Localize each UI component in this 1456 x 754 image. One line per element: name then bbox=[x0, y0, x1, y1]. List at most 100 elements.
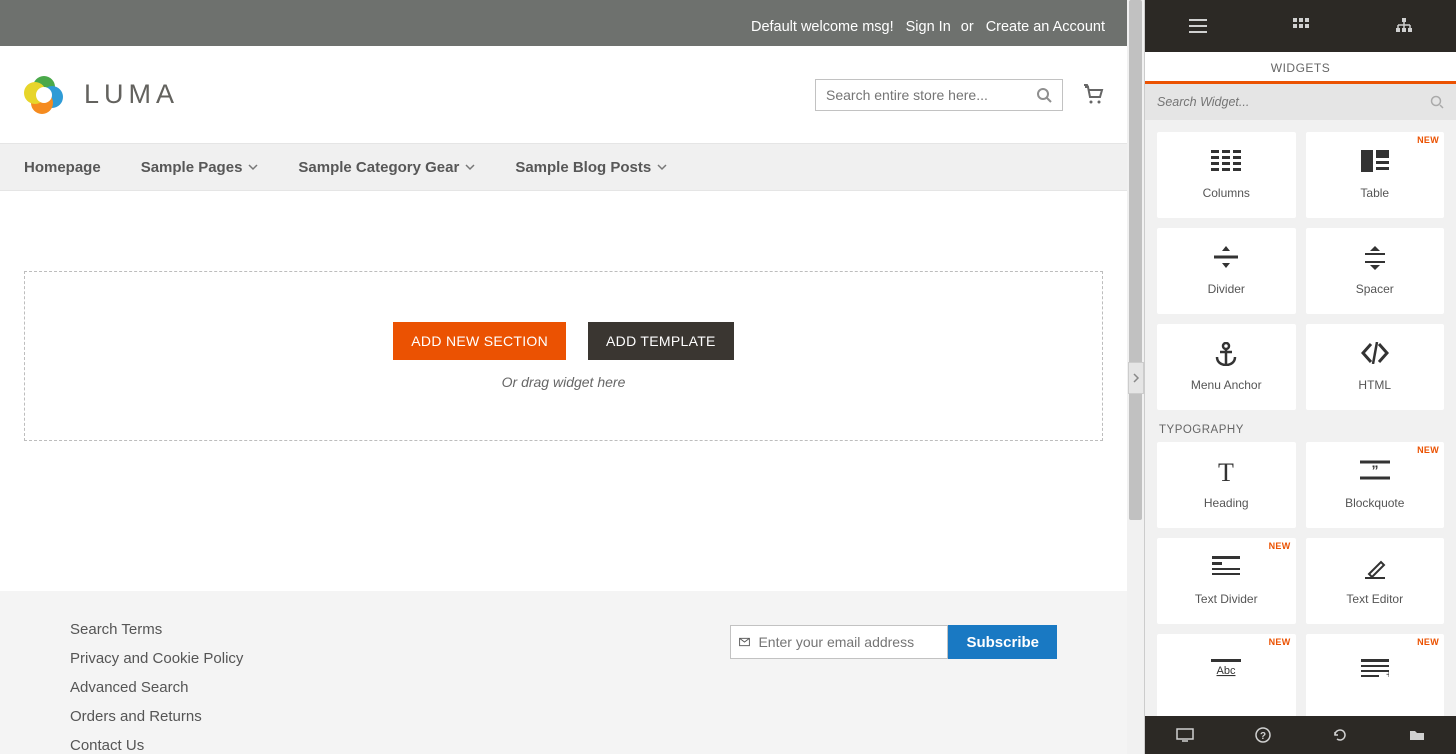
scrollbar-thumb[interactable] bbox=[1129, 0, 1142, 520]
drop-zone[interactable]: ADD NEW SECTION ADD TEMPLATE Or drag wid… bbox=[24, 271, 1103, 441]
history-button[interactable] bbox=[1332, 727, 1348, 743]
typography-section-label: TYPOGRAPHY bbox=[1157, 410, 1444, 442]
footer-link[interactable]: Search Terms bbox=[70, 621, 243, 638]
chevron-down-icon bbox=[465, 162, 475, 172]
widget-label: Columns bbox=[1203, 186, 1250, 200]
create-account-link[interactable]: Create an Account bbox=[986, 19, 1105, 35]
folder-icon bbox=[1409, 728, 1425, 742]
nav-label: Sample Pages bbox=[141, 159, 243, 176]
new-badge: NEW bbox=[1417, 135, 1439, 145]
widget-card-text-divider[interactable]: NEWText Divider bbox=[1157, 538, 1296, 624]
editor-bottom-bar: ? bbox=[1145, 716, 1456, 754]
signin-link[interactable]: Sign In bbox=[906, 19, 951, 35]
svg-text:+: + bbox=[1386, 670, 1389, 679]
list-icon: + bbox=[1361, 659, 1389, 685]
widget-label: Text Divider bbox=[1195, 592, 1258, 606]
store-search[interactable] bbox=[815, 79, 1063, 111]
store-footer: Search Terms Privacy and Cookie Policy A… bbox=[0, 591, 1127, 754]
widget-card-menu-anchor[interactable]: Menu Anchor bbox=[1157, 324, 1296, 410]
cart-icon[interactable] bbox=[1081, 83, 1105, 107]
sitemap-icon bbox=[1395, 18, 1413, 34]
abc-icon: Abc bbox=[1211, 659, 1241, 685]
site-preview-pane: Default welcome msg! Sign In or Create a… bbox=[0, 0, 1144, 754]
widget-card-html[interactable]: HTML bbox=[1306, 324, 1445, 410]
panel-title: WIDGETS bbox=[1145, 52, 1456, 84]
html-icon bbox=[1361, 342, 1389, 368]
main-navigation: Homepage Sample Pages Sample Category Ge… bbox=[0, 143, 1127, 191]
newsletter-subscribe: Subscribe bbox=[730, 625, 1057, 659]
tab-widgets[interactable] bbox=[1293, 18, 1309, 34]
builder-canvas: ADD NEW SECTION ADD TEMPLATE Or drag wid… bbox=[0, 191, 1127, 481]
blockquote-icon: ” bbox=[1360, 460, 1390, 486]
panel-collapse-handle[interactable] bbox=[1128, 362, 1144, 394]
grid-icon bbox=[1293, 18, 1309, 34]
nav-sample-blog-posts[interactable]: Sample Blog Posts bbox=[515, 159, 667, 176]
email-input[interactable] bbox=[758, 634, 939, 650]
desktop-icon bbox=[1176, 728, 1194, 742]
widget-card-abc[interactable]: NEW Abc bbox=[1157, 634, 1296, 716]
or-separator: or bbox=[961, 19, 974, 35]
editor-panel: WIDGETS Columns NEW Table Divider Spacer Menu… bbox=[1144, 0, 1456, 754]
add-new-section-button[interactable]: ADD NEW SECTION bbox=[393, 322, 566, 360]
widget-label: Divider bbox=[1208, 282, 1245, 296]
nav-sample-pages[interactable]: Sample Pages bbox=[141, 159, 259, 176]
new-badge: NEW bbox=[1417, 637, 1439, 647]
chevron-right-icon bbox=[1132, 373, 1140, 383]
undo-icon bbox=[1332, 727, 1348, 743]
search-icon bbox=[1430, 95, 1444, 109]
widget-label: Text Editor bbox=[1346, 592, 1403, 606]
columns-icon bbox=[1211, 150, 1241, 176]
footer-link[interactable]: Orders and Returns bbox=[70, 708, 243, 725]
widget-card-blockquote[interactable]: NEW”Blockquote bbox=[1306, 442, 1445, 528]
widget-label: Table bbox=[1360, 186, 1389, 200]
footer-link[interactable]: Privacy and Cookie Policy bbox=[70, 650, 243, 667]
responsive-button[interactable] bbox=[1176, 728, 1194, 742]
widget-card-divider[interactable]: Divider bbox=[1157, 228, 1296, 314]
texteditor-icon bbox=[1363, 556, 1387, 582]
search-input[interactable] bbox=[826, 87, 1036, 103]
chevron-down-icon bbox=[248, 162, 258, 172]
widget-card-table[interactable]: NEW Table bbox=[1306, 132, 1445, 218]
widget-card-list[interactable]: NEW + bbox=[1306, 634, 1445, 716]
help-icon: ? bbox=[1255, 727, 1271, 743]
widget-card-spacer[interactable]: Spacer bbox=[1306, 228, 1445, 314]
help-button[interactable]: ? bbox=[1255, 727, 1271, 743]
anchor-icon bbox=[1215, 342, 1237, 368]
welcome-message: Default welcome msg! bbox=[751, 19, 894, 35]
nav-label: Sample Category Gear bbox=[298, 159, 459, 176]
textdivider-icon bbox=[1212, 556, 1240, 582]
widget-card-heading[interactable]: THeading bbox=[1157, 442, 1296, 528]
subscribe-button[interactable]: Subscribe bbox=[948, 625, 1057, 659]
tab-menu[interactable] bbox=[1188, 18, 1208, 34]
nav-sample-category-gear[interactable]: Sample Category Gear bbox=[298, 159, 475, 176]
add-template-button[interactable]: ADD TEMPLATE bbox=[588, 322, 734, 360]
widget-card-columns[interactable]: Columns bbox=[1157, 132, 1296, 218]
svg-text:Abc: Abc bbox=[1217, 665, 1236, 677]
widget-label: Spacer bbox=[1356, 282, 1394, 296]
nav-homepage[interactable]: Homepage bbox=[24, 159, 101, 176]
widget-label: Menu Anchor bbox=[1191, 378, 1262, 392]
widget-search-input[interactable] bbox=[1157, 95, 1430, 109]
widget-card-text-editor[interactable]: Text Editor bbox=[1306, 538, 1445, 624]
footer-link[interactable]: Advanced Search bbox=[70, 679, 243, 696]
nav-label: Homepage bbox=[24, 159, 101, 176]
search-icon bbox=[1036, 87, 1052, 103]
templates-button[interactable] bbox=[1409, 728, 1425, 742]
footer-link[interactable]: Contact Us bbox=[70, 737, 243, 754]
hamburger-icon bbox=[1188, 18, 1208, 34]
brand-name: LUMA bbox=[84, 79, 179, 110]
widgets-list[interactable]: Columns NEW Table Divider Spacer Menu Anchor H… bbox=[1145, 120, 1456, 716]
widget-search[interactable] bbox=[1145, 84, 1456, 120]
widget-label: Blockquote bbox=[1345, 496, 1404, 510]
luma-logo-icon bbox=[22, 73, 66, 117]
brand-logo[interactable]: LUMA bbox=[22, 73, 179, 117]
editor-tabs bbox=[1145, 0, 1456, 52]
widget-label: Heading bbox=[1204, 496, 1249, 510]
svg-text:”: ” bbox=[1371, 462, 1378, 478]
new-badge: NEW bbox=[1269, 637, 1291, 647]
chevron-down-icon bbox=[657, 162, 667, 172]
tab-navigator[interactable] bbox=[1395, 18, 1413, 34]
spacer-icon bbox=[1365, 246, 1385, 272]
nav-label: Sample Blog Posts bbox=[515, 159, 651, 176]
drag-hint: Or drag widget here bbox=[502, 374, 626, 390]
